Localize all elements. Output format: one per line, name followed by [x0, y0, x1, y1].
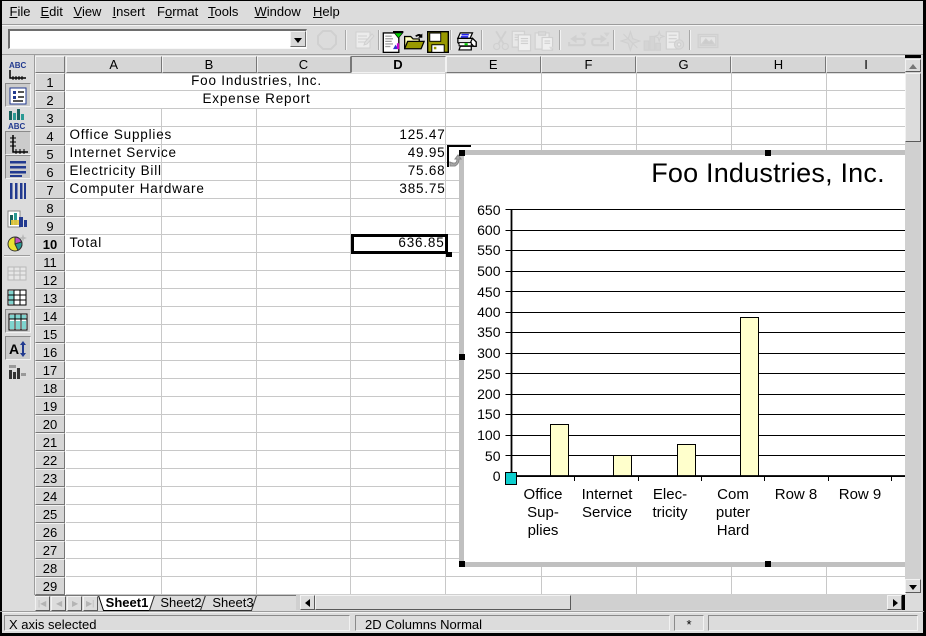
svg-text:A: A	[9, 341, 19, 357]
svg-text:ABC: ABC	[9, 61, 27, 70]
svg-text:ABC: ABC	[8, 122, 26, 131]
